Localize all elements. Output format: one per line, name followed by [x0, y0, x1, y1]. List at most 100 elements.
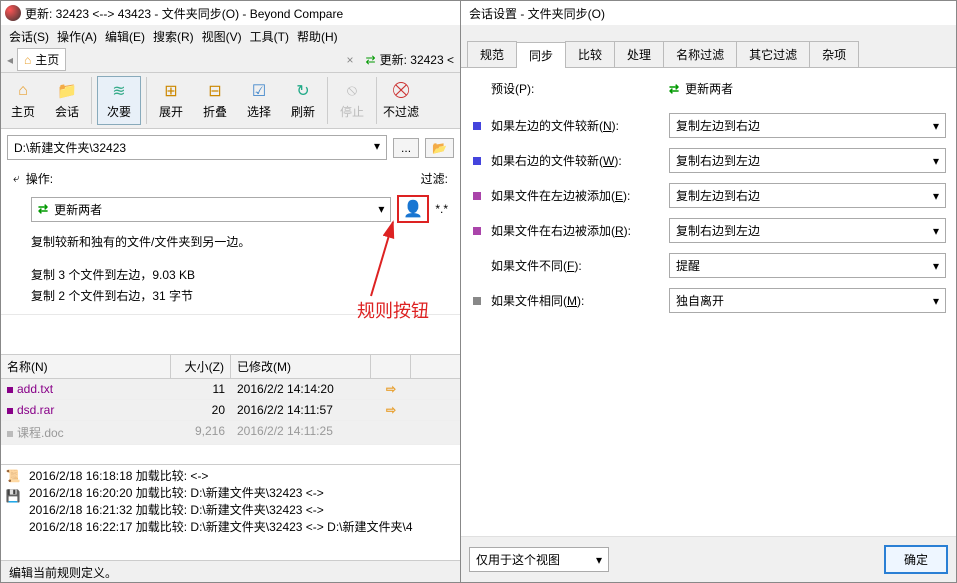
chevron-down-icon: ▾	[378, 202, 384, 216]
preset-row: 预设(P): ⇄ 更新两者	[471, 80, 946, 97]
tab-process[interactable]: 处理	[614, 41, 664, 67]
menu-search[interactable]: 搜索(R)	[153, 28, 194, 45]
tab-sync[interactable]: 同步	[516, 42, 566, 68]
tb-stop[interactable]: ⦸停止	[330, 73, 374, 128]
toolbar-sep	[327, 77, 328, 124]
chevron-down-icon[interactable]: ▾	[374, 139, 380, 153]
path-input[interactable]: D:\新建文件夹\32423 ▾	[7, 135, 387, 160]
path-row: D:\新建文件夹\32423 ▾ ... 📂	[1, 129, 460, 166]
filter-value[interactable]: *.*	[435, 202, 448, 216]
ok-button[interactable]: 确定	[884, 545, 948, 574]
folder-icon: 📂	[432, 141, 447, 155]
tab-namefilter[interactable]: 名称过滤	[663, 41, 737, 67]
tab-compare[interactable]: 比较	[565, 41, 615, 67]
table-row[interactable]: 课程.doc9,2162016/2/2 14:11:25	[1, 421, 460, 445]
sync-tab-icon: ⇄	[366, 53, 376, 67]
sync-action-dropdown[interactable]: ⇄ 更新两者 ▾	[31, 197, 391, 222]
rule-label: 如果文件在左边被添加(E):	[491, 187, 661, 204]
referee-icon: 👤	[403, 201, 423, 218]
log-scroll-icon[interactable]: 📜	[6, 469, 21, 483]
app-icon	[5, 5, 21, 21]
tab-spec[interactable]: 规范	[467, 41, 517, 67]
toolbar-sep	[146, 77, 147, 124]
session-icon: 📁	[57, 81, 77, 101]
tb-minor[interactable]: ≋次要	[97, 76, 141, 125]
tb-expand[interactable]: ⊞展开	[149, 73, 193, 128]
table-row[interactable]: dsd.rar202016/2/2 14:11:57⇨	[1, 400, 460, 421]
menu-edit[interactable]: 编辑(E)	[105, 28, 145, 45]
table-row[interactable]: add.txt112016/2/2 14:14:20⇨	[1, 379, 460, 400]
return-icon[interactable]: ⤶	[13, 171, 20, 186]
chevron-down-icon: ▾	[933, 189, 939, 203]
menu-bar: 会话(S) 操作(A) 编辑(E) 搜索(R) 视图(V) 工具(T) 帮助(H…	[1, 25, 460, 47]
new-tab-left-icon[interactable]: ◂	[7, 53, 13, 67]
tab-close-icon[interactable]: ×	[347, 53, 354, 67]
col-name[interactable]: 名称(N)	[1, 355, 171, 378]
grid-header: 名称(N) 大小(Z) 已修改(M)	[1, 354, 460, 379]
open-folder-button[interactable]: 📂	[425, 138, 454, 158]
log-line: 2016/2/18 16:22:17 加载比较: D:\新建文件夹\32423 …	[29, 518, 456, 535]
chevron-down-icon: ▾	[596, 553, 602, 567]
rule-dropdown[interactable]: 提醒▾	[669, 253, 946, 278]
annotation-label: 规则按钮	[357, 297, 429, 323]
scope-dropdown[interactable]: 仅用于这个视图 ▾	[469, 547, 609, 572]
settings-row: 如果左边的文件较新(N):复制左边到右边▾	[471, 113, 946, 138]
rules-button[interactable]: 👤	[397, 195, 429, 223]
rule-dropdown[interactable]: 复制右边到左边▾	[669, 148, 946, 173]
toolbar-sep	[91, 77, 92, 124]
settings-row: 如果右边的文件较新(W): 复制右边到左边▾	[471, 148, 946, 173]
col-action[interactable]	[371, 355, 411, 378]
settings-row: 如果文件不同(F):提醒▾	[471, 253, 946, 278]
menu-action[interactable]: 操作(A)	[57, 28, 97, 45]
settings-footer: 仅用于这个视图 ▾ 确定	[461, 536, 956, 582]
rule-dropdown[interactable]: 独自离开▾	[669, 288, 946, 313]
main-titlebar: 更新: 32423 <--> 43423 - 文件夹同步(O) - Beyond…	[1, 1, 460, 25]
settings-row: 如果文件在左边被添加(E): 复制左边到右边▾	[471, 183, 946, 208]
rule-mark	[473, 157, 481, 165]
tb-collapse[interactable]: ⊟折叠	[193, 73, 237, 128]
chevron-down-icon: ▾	[933, 154, 939, 168]
operation-row: ⤶ 操作: 过滤:	[1, 166, 460, 191]
tab-otherfilter[interactable]: 其它过滤	[736, 41, 810, 67]
log-lines[interactable]: 2016/2/18 16:18:18 加载比较: <->2016/2/18 16…	[25, 465, 460, 560]
home-icon: ⌂	[24, 53, 31, 67]
tb-refresh[interactable]: ↻刷新	[281, 73, 325, 128]
tb-session[interactable]: 📁会话	[45, 73, 89, 128]
main-toolbar: ⌂主页 📁会话 ≋次要 ⊞展开 ⊟折叠 ☑选择 ↻刷新 ⦸停止 ⛒不过滤	[1, 73, 460, 129]
rule-dropdown[interactable]: 复制右边到左边▾	[669, 218, 946, 243]
menu-view[interactable]: 视图(V)	[202, 28, 242, 45]
log-line: 2016/2/18 16:21:32 加载比较: D:\新建文件夹\32423 …	[29, 501, 456, 518]
tab-row: ◂ ⌂ 主页 × ⇄ 更新: 32423 <	[1, 47, 460, 73]
tb-select[interactable]: ☑选择	[237, 73, 281, 128]
status-bar: 编辑当前规则定义。	[1, 560, 460, 582]
rule-mark	[473, 192, 481, 200]
menu-help[interactable]: 帮助(H)	[297, 28, 338, 45]
log-save-icon[interactable]: 💾	[6, 489, 21, 503]
tb-nofilter[interactable]: ⛒不过滤	[379, 73, 423, 128]
col-mod[interactable]: 已修改(M)	[231, 355, 371, 378]
rule-dropdown[interactable]: 复制左边到右边▾	[669, 183, 946, 208]
home-icon: ⌂	[13, 81, 33, 101]
tb-home[interactable]: ⌂主页	[1, 73, 45, 128]
menu-tools[interactable]: 工具(T)	[250, 28, 289, 45]
col-size[interactable]: 大小(Z)	[171, 355, 231, 378]
browse-button[interactable]: ...	[393, 138, 419, 158]
settings-body: 预设(P): ⇄ 更新两者 如果左边的文件较新(N):复制左边到右边▾ 如果右边的…	[461, 68, 956, 536]
sync-both-icon: ⇄	[38, 202, 48, 216]
log-area: 📜 💾 2016/2/18 16:18:18 加载比较: <->2016/2/1…	[1, 464, 460, 560]
status-text: 编辑当前规则定义。	[9, 566, 117, 580]
tab-extra-label: 更新: 32423 <	[380, 51, 454, 68]
menu-session[interactable]: 会话(S)	[9, 28, 49, 45]
rule-label: 如果文件相同(M):	[491, 292, 661, 309]
log-line: 2016/2/18 16:20:20 加载比较: D:\新建文件夹\32423 …	[29, 484, 456, 501]
chevron-down-icon: ▾	[933, 119, 939, 133]
rule-mark	[473, 122, 481, 130]
tab-extra[interactable]: ⇄ 更新: 32423 <	[366, 51, 454, 68]
tab-misc[interactable]: 杂项	[809, 41, 859, 67]
rule-dropdown[interactable]: 复制左边到右边▾	[669, 113, 946, 138]
tab-home[interactable]: ⌂ 主页	[17, 48, 66, 71]
stop-icon: ⦸	[342, 81, 362, 101]
chevron-down-icon: ▾	[933, 259, 939, 273]
preset-label: 预设(P):	[491, 80, 661, 97]
rule-label: 如果右边的文件较新(W):	[491, 152, 661, 169]
